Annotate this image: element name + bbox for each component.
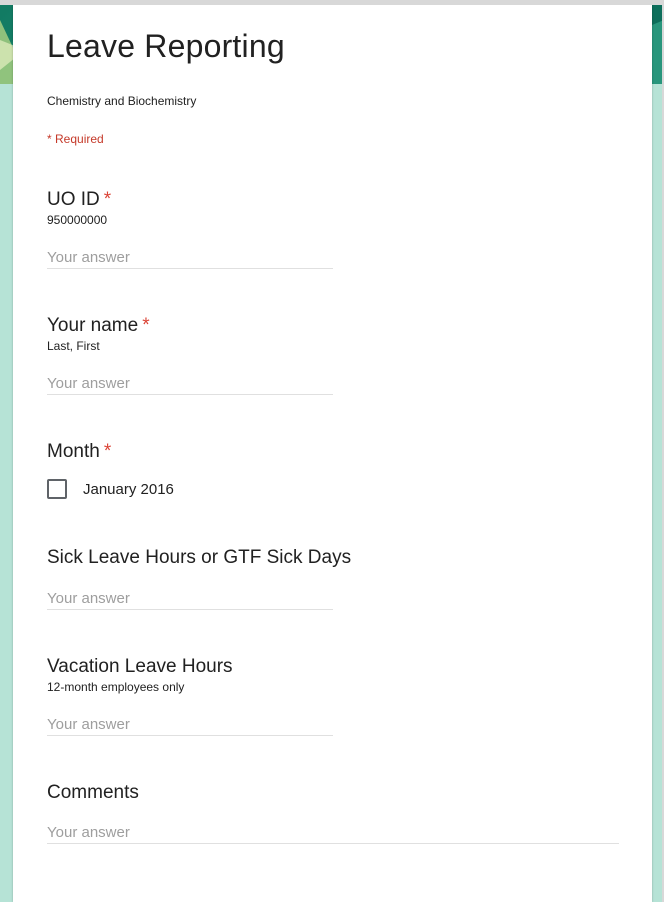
month-checkbox[interactable]	[47, 479, 67, 499]
required-asterisk: *	[103, 441, 112, 462]
question-help-name: Last, First	[47, 339, 100, 353]
form-description: Chemistry and Biochemistry	[47, 94, 197, 108]
question-title-name: Your name *	[47, 315, 150, 337]
window-top-border	[0, 0, 664, 5]
name-input[interactable]	[47, 372, 333, 395]
question-title-month: Month *	[47, 441, 111, 463]
form-card: Leave Reporting Chemistry and Biochemist…	[13, 5, 652, 902]
required-asterisk: *	[142, 315, 150, 336]
question-label: UO ID	[47, 189, 100, 210]
question-title-comments: Comments	[47, 782, 139, 803]
question-label: Your name	[47, 315, 139, 336]
form-title: Leave Reporting	[47, 28, 285, 64]
question-title-vacation-leave: Vacation Leave Hours	[47, 656, 233, 677]
question-help-uo-id: 950000000	[47, 213, 108, 227]
required-note: * Required	[47, 132, 104, 146]
vacation-leave-input[interactable]	[47, 713, 333, 736]
question-title-sick-leave: Sick Leave Hours or GTF Sick Days	[47, 547, 352, 568]
comments-input[interactable]	[47, 821, 619, 844]
uo-id-input[interactable]	[47, 246, 333, 269]
question-title-uo-id: UO ID *	[47, 189, 111, 211]
question-help-vacation-leave: 12-month employees only	[47, 680, 185, 694]
question-label: Month	[47, 441, 100, 462]
month-option-january-2016[interactable]: January 2016	[47, 479, 174, 499]
sick-leave-input[interactable]	[47, 587, 333, 610]
required-asterisk: *	[103, 189, 112, 210]
month-option-label[interactable]: January 2016	[83, 481, 174, 498]
